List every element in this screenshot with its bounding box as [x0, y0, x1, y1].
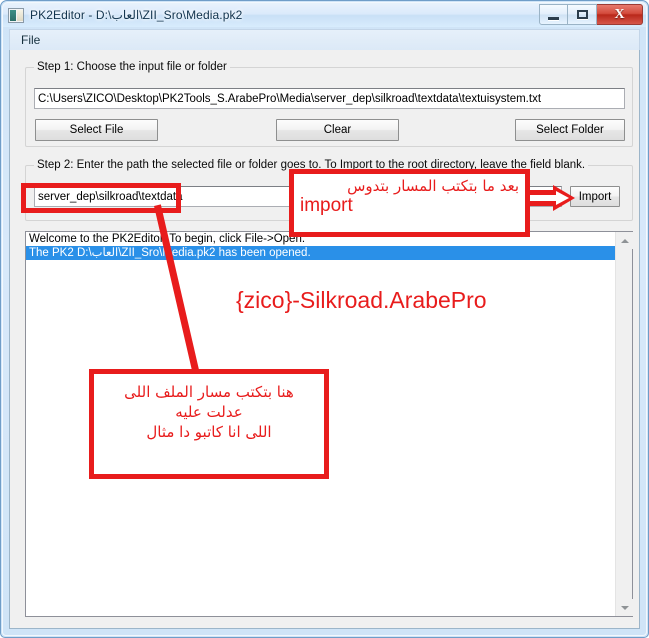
annotation-highlight-path-field	[21, 183, 181, 213]
maximize-button[interactable]	[568, 4, 597, 25]
input-path-field[interactable]: C:\Users\ZICO\Desktop\PK2Tools_S.ArabePr…	[34, 88, 625, 109]
select-folder-button[interactable]: Select Folder	[515, 119, 625, 141]
menu-bar: File	[9, 29, 640, 50]
step1-title: Step 1: Choose the input file or folder	[34, 61, 230, 73]
annotation-note-path: هنا بتكتب مسار الملف اللى عدلت عليه اللى…	[89, 369, 329, 479]
import-button[interactable]: Import	[570, 186, 620, 207]
clear-button[interactable]: Clear	[276, 119, 399, 141]
step1-group: Step 1: Choose the input file or folder …	[25, 61, 633, 147]
maximize-icon	[576, 10, 588, 19]
application-icon	[8, 7, 24, 23]
annotation-note-path-line3: اللى انا كاتبو دا مثال	[146, 423, 272, 441]
annotation-watermark: {zico}-Silkroad.ArabePro	[236, 287, 487, 313]
annotation-note-import-line2: import	[300, 195, 353, 216]
annotation-note-path-line1: هنا بتكتب مسار الملف اللى	[124, 383, 294, 401]
close-icon: X	[614, 6, 625, 22]
application-window: PK2Editor - D:\العاب\ZII_Sro\Media.pk2 X…	[0, 0, 649, 638]
scroll-up-icon	[620, 238, 629, 243]
title-bar[interactable]: PK2Editor - D:\العاب\ZII_Sro\Media.pk2 X	[3, 3, 646, 27]
annotation-note-path-line2: عدلت عليه	[175, 403, 243, 421]
client-area: Step 1: Choose the input file or folder …	[9, 50, 640, 629]
annotation-note-import: بعد ما بتكتب المسار بتدوس import	[289, 169, 530, 237]
log-scrollbar[interactable]	[615, 232, 633, 616]
log-line: The PK2 D:\العاب\ZII_Sro\Media.pk2 has b…	[26, 246, 632, 260]
menu-item-file[interactable]: File	[12, 31, 49, 49]
minimize-icon	[548, 16, 559, 20]
window-title: PK2Editor - D:\العاب\ZII_Sro\Media.pk2	[30, 8, 243, 22]
scroll-down-button[interactable]	[616, 599, 633, 616]
window-controls: X	[539, 4, 643, 25]
close-button[interactable]: X	[597, 4, 643, 25]
select-file-button[interactable]: Select File	[35, 119, 158, 141]
right-arrow-icon	[525, 185, 575, 211]
annotation-note-import-line1: بعد ما بتكتب المسار بتدوس	[347, 177, 519, 195]
scroll-up-button[interactable]	[616, 232, 633, 249]
scroll-down-icon	[620, 605, 629, 610]
minimize-button[interactable]	[539, 4, 568, 25]
